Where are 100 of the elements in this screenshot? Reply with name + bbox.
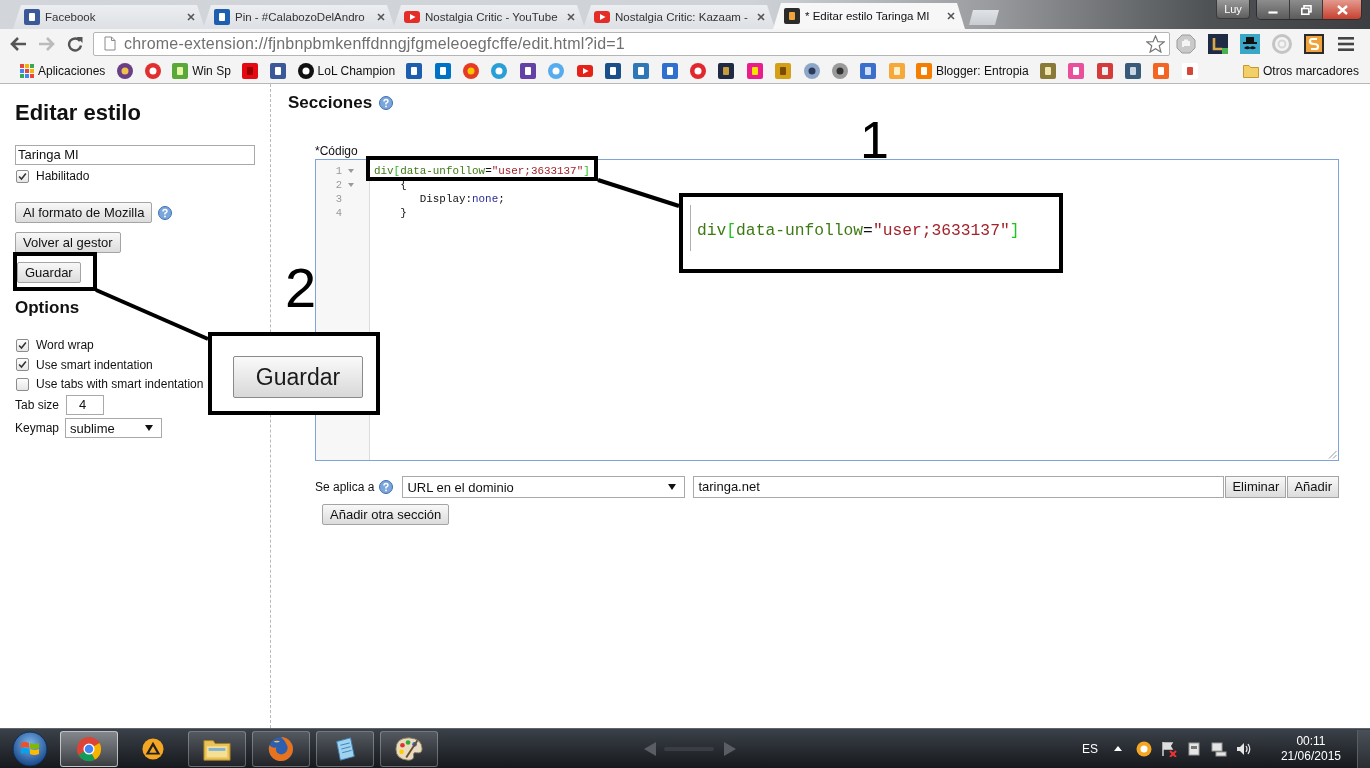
browser-tab[interactable]: Facebook <box>13 5 205 29</box>
tab-size-field[interactable]: 4 <box>66 395 104 415</box>
close-button[interactable] <box>1323 0 1361 19</box>
checkbox[interactable] <box>16 169 29 183</box>
play-icon[interactable] <box>576 64 593 77</box>
page-title: Editar estilo <box>15 100 142 126</box>
show-hidden-icons-icon[interactable] <box>1113 746 1122 751</box>
dropdown-arrow-icon <box>145 425 153 431</box>
favicon-icon[interactable] <box>214 9 230 25</box>
delete-button[interactable]: Eliminar <box>1225 476 1287 498</box>
code-line: Display:none; <box>418 193 505 205</box>
keymap-select[interactable]: sublime <box>65 418 162 438</box>
favicon-icon[interactable] <box>24 9 40 25</box>
favicon-icon[interactable] <box>784 8 800 24</box>
favicon-icon[interactable] <box>270 62 287 79</box>
back-to-manager-button[interactable]: Volver al gestor <box>15 232 121 253</box>
minimize-button[interactable] <box>1257 0 1290 19</box>
checkbox[interactable] <box>16 338 29 352</box>
help-icon[interactable] <box>379 96 394 110</box>
close-icon[interactable] <box>377 13 385 21</box>
favicon-icon[interactable] <box>803 62 820 79</box>
taskbar-app-button[interactable] <box>380 730 438 767</box>
favicon-icon[interactable] <box>775 62 792 79</box>
resize-grip-icon[interactable] <box>1328 450 1337 459</box>
favicon-icon[interactable] <box>605 62 621 79</box>
stop-hand-icon[interactable] <box>1176 33 1196 54</box>
favicon-icon[interactable] <box>242 62 258 79</box>
add-button[interactable]: Añadir <box>1287 476 1339 498</box>
applies-to-select[interactable]: URL en el dominio <box>402 476 686 498</box>
play-icon[interactable] <box>404 11 420 23</box>
extension-icon[interactable] <box>1304 33 1324 54</box>
taskbar-app-button[interactable] <box>252 730 310 767</box>
back-arrow-icon[interactable] <box>9 35 27 52</box>
bookmark-item[interactable]: Win Sp <box>167 62 236 79</box>
fold-arrow-icon[interactable] <box>348 169 354 173</box>
reload-icon[interactable] <box>67 35 83 52</box>
star-icon[interactable] <box>1146 34 1165 53</box>
favicon-icon[interactable] <box>519 62 536 79</box>
closeup-picture: Guardar <box>233 356 363 398</box>
profile-button[interactable]: Luy <box>1216 0 1250 19</box>
close-icon[interactable] <box>187 13 195 21</box>
bookmark-folder[interactable]: Otros marcadores <box>1237 62 1364 79</box>
browser-tab[interactable]: Nostalgia Critic - YouTube <box>393 5 585 29</box>
line-number: 4 <box>334 207 342 219</box>
code-line: } <box>399 207 407 219</box>
address-bar[interactable]: chrome-extension://fjnbnpbmkenffdnngjfgmeleoegfcffe/edit.html?id=1 <box>93 31 1170 56</box>
tray-app-icon[interactable] <box>1135 740 1152 757</box>
section-heading: Secciones <box>288 92 373 114</box>
restore-icon <box>1300 4 1312 15</box>
language-indicator[interactable]: ES <box>1081 741 1098 756</box>
favicon-icon[interactable] <box>406 62 423 79</box>
browser-tab[interactable]: Nostalgia Critic: Kazaam - <box>583 5 775 29</box>
save-button[interactable]: Guardar <box>17 262 81 283</box>
checkbox[interactable] <box>16 358 29 371</box>
extension-icon[interactable] <box>1208 33 1228 54</box>
help-icon[interactable] <box>158 205 173 220</box>
start-button[interactable] <box>12 730 48 767</box>
menu-icon[interactable] <box>1338 36 1354 51</box>
bookmark-item[interactable]: Aplicaciones <box>3 63 111 78</box>
device-icon[interactable] <box>1185 740 1202 757</box>
line-number: 2 <box>334 179 342 191</box>
code-line: div[data-unfollow="user;3633137"] <box>374 165 590 177</box>
bookmark-item[interactable]: LoL Champion <box>292 62 401 79</box>
field-label: *Código <box>315 144 359 158</box>
checkbox[interactable] <box>16 377 29 391</box>
favicon-icon[interactable] <box>718 62 735 79</box>
add-section-button[interactable]: Añadir otra sección <box>322 504 450 525</box>
domain-field[interactable]: taringa.net <box>693 476 1225 498</box>
format-button[interactable]: Al formato de Mozilla <box>15 202 153 223</box>
hat-mustache-icon[interactable] <box>1240 33 1260 54</box>
help-icon[interactable] <box>379 480 394 494</box>
play-icon[interactable] <box>594 11 610 23</box>
field-label: Keymap <box>15 421 61 435</box>
close-icon[interactable] <box>567 13 575 21</box>
favicon-icon[interactable] <box>1124 62 1141 79</box>
field-label: Tab size <box>15 398 61 412</box>
browser-tab[interactable]: * Editar estilo Taringa MI <box>773 3 965 29</box>
taskbar-app-button[interactable] <box>188 730 246 767</box>
media-controls-icon[interactable] <box>642 740 738 757</box>
name-field[interactable]: Taringa MI <box>15 145 255 165</box>
apps-grid-icon[interactable] <box>20 63 34 78</box>
close-icon[interactable] <box>757 13 765 21</box>
clock-time[interactable]: 00:11 <box>1296 733 1326 749</box>
palette-icon <box>395 735 423 762</box>
fold-arrow-icon[interactable] <box>348 183 354 187</box>
network-icon[interactable] <box>1210 740 1227 757</box>
favicon-icon[interactable] <box>297 62 314 79</box>
taskbar-app-button[interactable] <box>60 730 118 767</box>
close-icon <box>1336 4 1348 15</box>
favicon-icon[interactable] <box>832 62 848 79</box>
globe-icon <box>267 735 295 762</box>
flag-alert-icon[interactable] <box>1160 740 1177 757</box>
restore-button[interactable] <box>1290 0 1323 19</box>
bookmark-item[interactable]: Blogger: Entropia <box>910 62 1034 79</box>
browser-tab[interactable]: Pin - #CalabozoDelAndro <box>203 5 395 29</box>
favicon-icon[interactable] <box>116 62 133 79</box>
taskbar-app-button[interactable] <box>316 730 374 767</box>
clock-date[interactable]: 21/06/2015 <box>1280 748 1341 764</box>
dropdown-arrow-icon <box>668 484 677 490</box>
close-icon[interactable] <box>947 12 955 20</box>
